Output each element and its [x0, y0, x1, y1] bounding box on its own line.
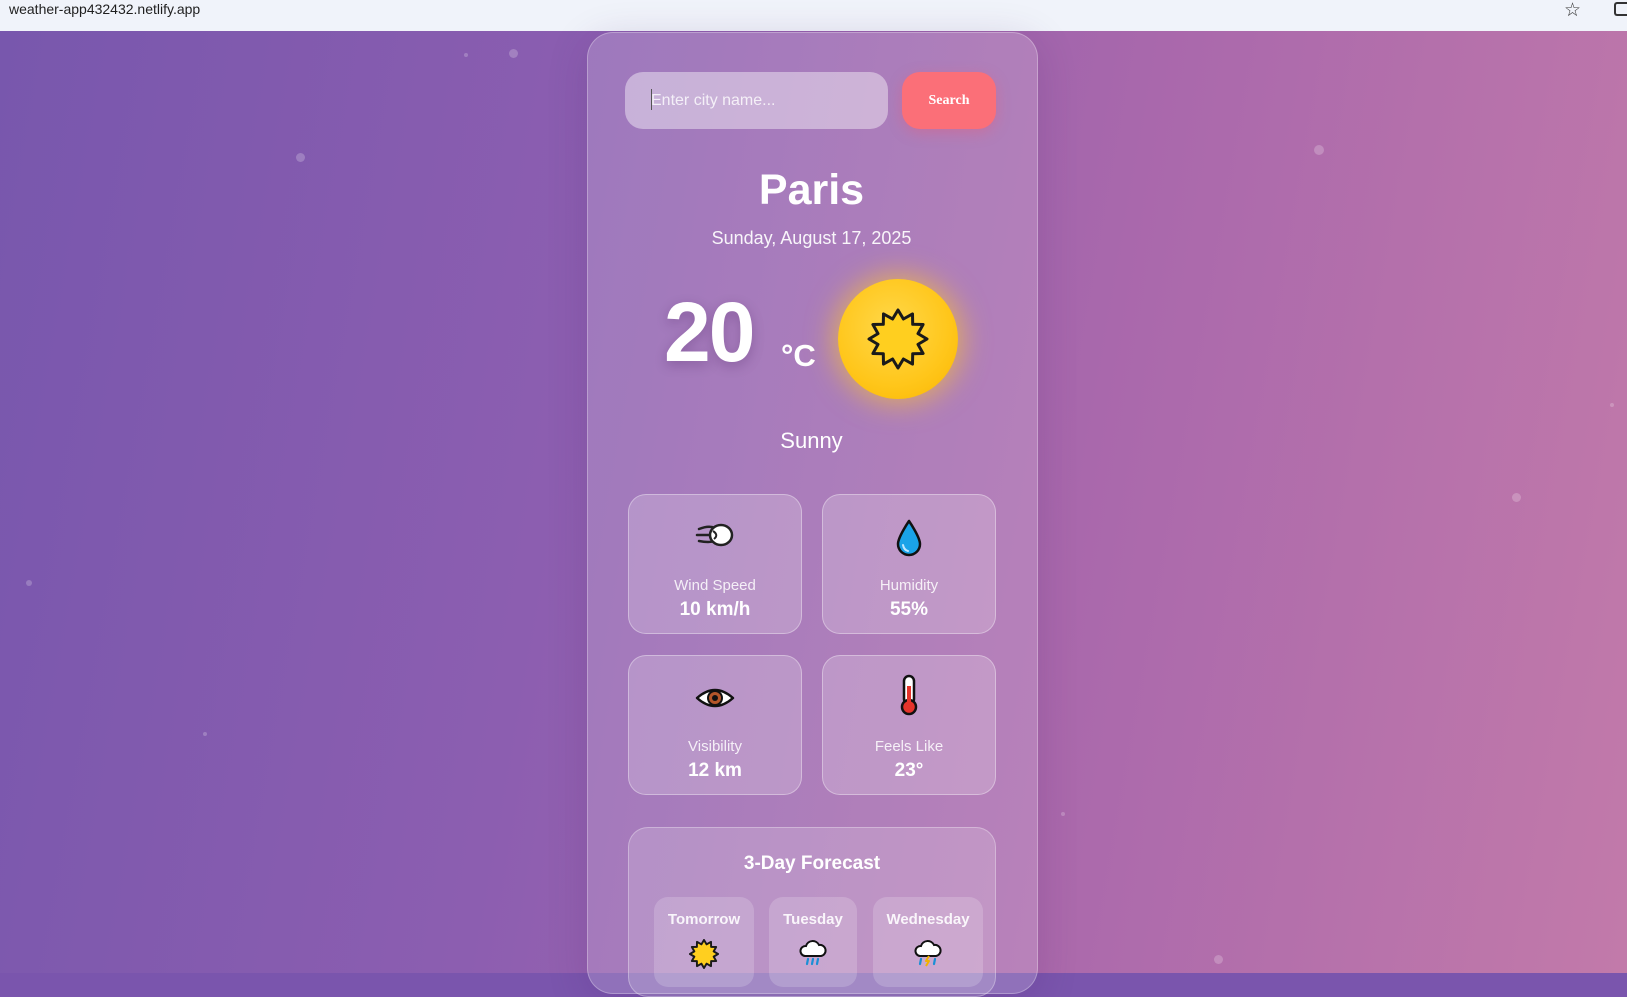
wind-speed-tile: Wind Speed 10 km/h: [628, 494, 802, 634]
city-search-input[interactable]: [625, 72, 888, 129]
forecast-day-name: Wednesday: [886, 911, 970, 928]
tile-label: Feels Like: [874, 738, 944, 755]
background-particle: [296, 153, 305, 162]
search-button[interactable]: Search: [902, 72, 996, 129]
background-particle: [509, 49, 518, 58]
background-particle: [1314, 145, 1324, 155]
visibility-tile: Visibility 12 km: [628, 655, 802, 795]
background-particle: [1214, 955, 1223, 964]
city-name: Paris: [758, 166, 865, 214]
eye-icon: [695, 688, 735, 708]
rain-cloud-icon: [799, 940, 827, 966]
sun-icon: [867, 308, 929, 370]
forecast-day-name: Tuesday: [783, 911, 843, 928]
tile-label: Wind Speed: [674, 577, 756, 594]
extensions-icon[interactable]: [1614, 2, 1627, 16]
tile-value: 55%: [889, 599, 929, 620]
droplet-icon: [896, 519, 922, 557]
temperature-unit: °C: [781, 338, 816, 373]
weather-icon-badge: [838, 279, 958, 399]
background-particle: [26, 580, 32, 586]
storm-cloud-icon: [914, 940, 942, 967]
tile-value: 10 km/h: [679, 599, 751, 620]
background-particle: [1512, 493, 1521, 502]
background-particle: [203, 732, 207, 736]
background-particle: [1061, 812, 1065, 816]
wind-icon: [695, 523, 734, 547]
forecast-day-wednesday: Wednesday: [873, 897, 983, 987]
text-caret: [651, 89, 652, 110]
background-particle: [1610, 403, 1614, 407]
background-particle: [464, 53, 468, 57]
star-icon[interactable]: ☆: [1564, 0, 1581, 22]
tile-label: Visibility: [688, 738, 742, 755]
temperature-value: 20: [664, 285, 755, 379]
thermometer-icon: [900, 674, 918, 716]
tile-value: 12 km: [688, 760, 742, 781]
forecast-title: 3-Day Forecast: [743, 853, 881, 874]
url-text[interactable]: weather-app432432.netlify.app: [9, 1, 200, 17]
browser-address-bar: weather-app432432.netlify.app ☆: [0, 0, 1627, 32]
humidity-tile: Humidity 55%: [822, 494, 996, 634]
current-date: Sunday, August 17, 2025: [711, 228, 912, 248]
tile-value: 23°: [894, 760, 924, 781]
feels-like-tile: Feels Like 23°: [822, 655, 996, 795]
weather-condition: Sunny: [780, 428, 843, 453]
forecast-day-name: Tomorrow: [667, 911, 741, 928]
forecast-day-tuesday: Tuesday: [769, 897, 857, 987]
forecast-day-tomorrow: Tomorrow: [654, 897, 754, 987]
sun-icon: [689, 939, 719, 969]
tile-label: Humidity: [879, 577, 939, 594]
